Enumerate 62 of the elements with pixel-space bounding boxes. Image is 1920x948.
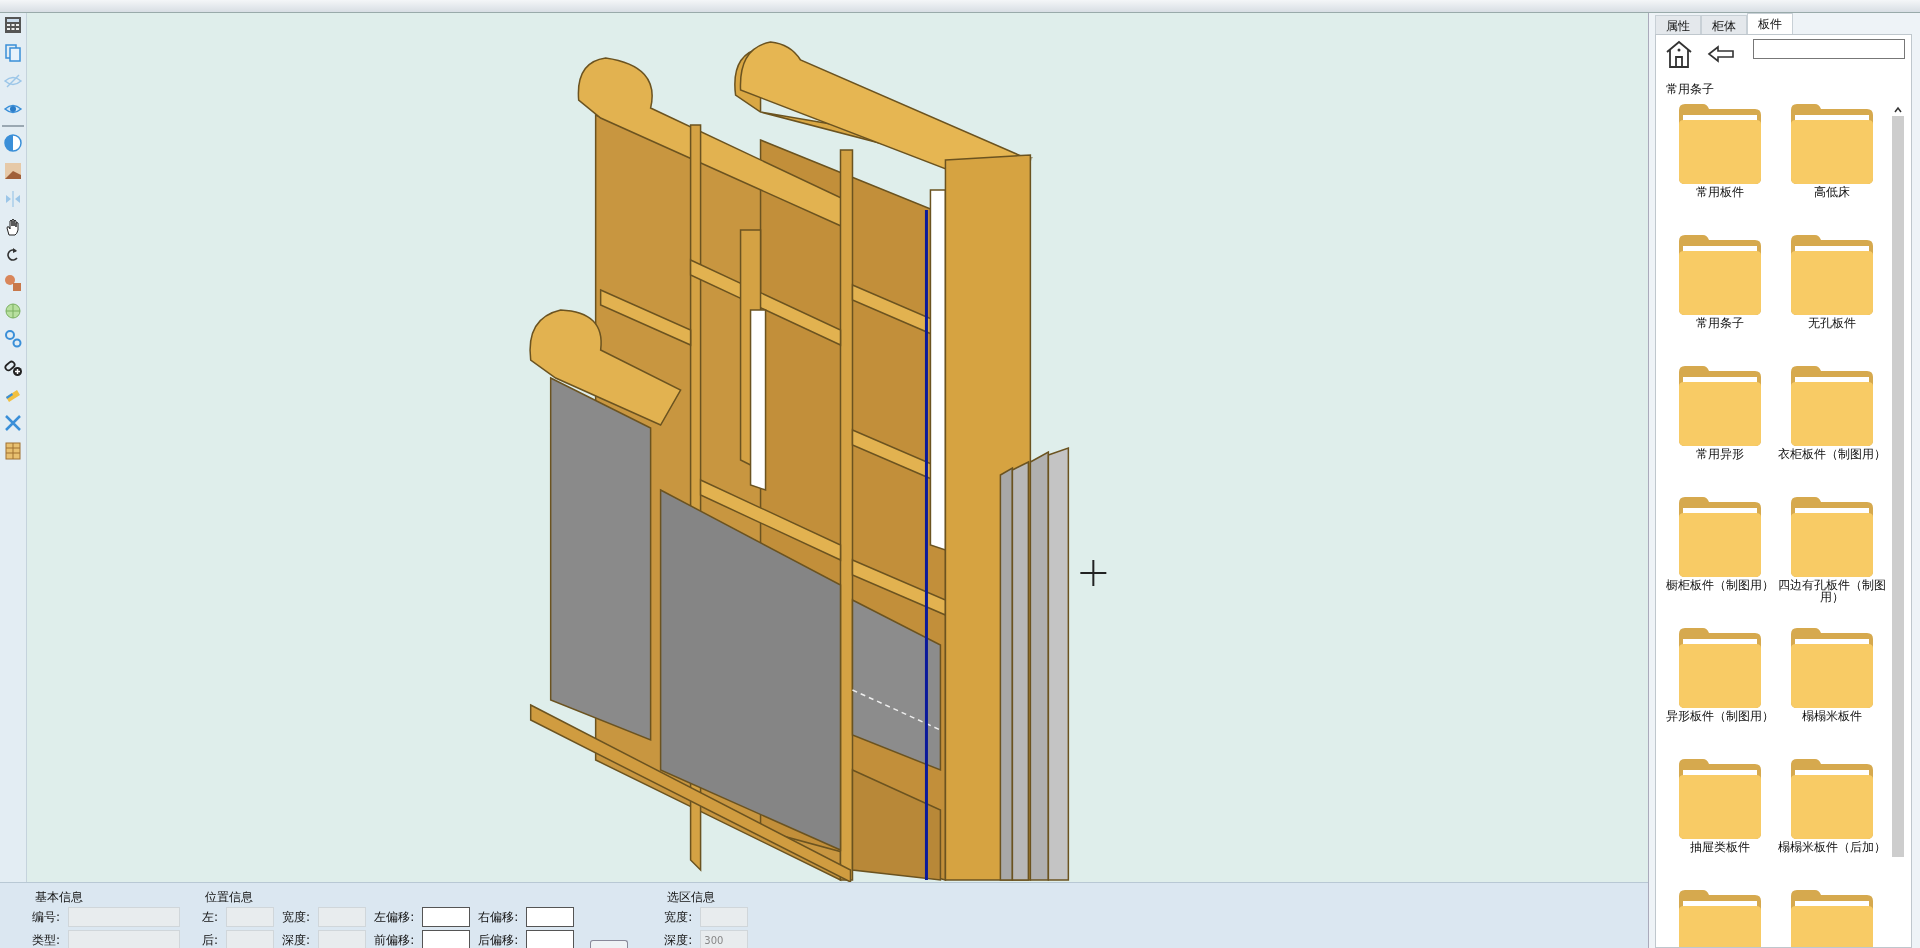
field-label: 深度: (664, 931, 693, 948)
folder-label: 榻榻米板件 (1801, 710, 1863, 722)
folder-label: 高低床 (1813, 186, 1851, 198)
input-field[interactable] (526, 907, 575, 927)
folder-icon[interactable] (1679, 890, 1761, 947)
mirror-icon[interactable] (3, 189, 23, 209)
field-label: 右偏移: (478, 908, 519, 926)
shapes-icon[interactable] (3, 273, 23, 293)
field-label: 宽度: (282, 908, 311, 926)
field-label: 编号: (32, 908, 61, 926)
field-label: 类型: (32, 931, 61, 948)
folder-icon[interactable] (1679, 366, 1761, 446)
search-field[interactable] (1753, 39, 1905, 59)
field-label: 深度: (282, 931, 311, 948)
folder-icon[interactable] (1791, 235, 1873, 315)
tab[interactable]: 柜体 (1701, 15, 1747, 34)
contrast-icon[interactable] (3, 133, 23, 153)
folder-icon[interactable] (1679, 235, 1761, 315)
copy-icon[interactable] (3, 43, 23, 63)
folder-icon[interactable] (1679, 104, 1761, 184)
folder-label: 常用异形 (1695, 448, 1745, 460)
tab[interactable]: 属性 (1655, 15, 1701, 34)
section-title: 基本信息 (34, 889, 84, 906)
field-label: 左偏移: (374, 908, 415, 926)
tab[interactable]: 板件 (1747, 13, 1793, 34)
field-label: 后: (202, 931, 219, 948)
folder-label: 衣柜板件（制图用） (1777, 448, 1887, 460)
calculator-icon[interactable] (3, 15, 23, 35)
field-label: 宽度: (664, 908, 693, 926)
folder-icon[interactable] (1679, 759, 1761, 839)
crosshair-cursor-icon (1079, 559, 1108, 587)
folder-icon[interactable] (1679, 628, 1761, 708)
folder-icon[interactable] (1791, 366, 1873, 446)
folder-label: 无孔板件 (1807, 317, 1857, 329)
folder-icon[interactable] (1791, 104, 1873, 184)
globe-icon[interactable] (3, 301, 23, 321)
section-title: 常用条子 (1666, 81, 1715, 98)
folder-label: 抽屉类板件 (1689, 841, 1751, 853)
folder-label: 四边有孔板件（制图用） (1777, 579, 1887, 603)
input-field[interactable] (526, 930, 575, 948)
field-label: 左: (202, 908, 219, 926)
folder-label: 常用条子 (1695, 317, 1745, 329)
folder-icon[interactable] (1791, 497, 1873, 577)
image-icon[interactable] (3, 161, 23, 181)
section-title: 选区信息 (666, 889, 717, 906)
folder-label: 异形板件（制图用） (1665, 710, 1775, 722)
input-field[interactable] (422, 930, 471, 948)
folder-label: 常用板件 (1695, 186, 1745, 198)
field-label: 后偏移: (478, 931, 519, 948)
folder-icon[interactable] (1679, 497, 1761, 577)
small-button[interactable] (590, 940, 629, 948)
input-field[interactable] (422, 907, 471, 927)
folder-icon[interactable] (1791, 759, 1873, 839)
field-label: 前偏移: (374, 931, 415, 948)
folder-icon[interactable] (1791, 628, 1873, 708)
panel-icon[interactable] (3, 441, 23, 461)
section-title: 位置信息 (204, 889, 255, 906)
folder-icon[interactable] (1791, 890, 1873, 947)
home-icon[interactable] (1664, 39, 1694, 69)
gears-icon[interactable] (3, 329, 23, 349)
folder-label: 橱柜板件（制图用） (1665, 579, 1775, 591)
folder-label: 榻榻米板件（后加） (1777, 841, 1887, 853)
